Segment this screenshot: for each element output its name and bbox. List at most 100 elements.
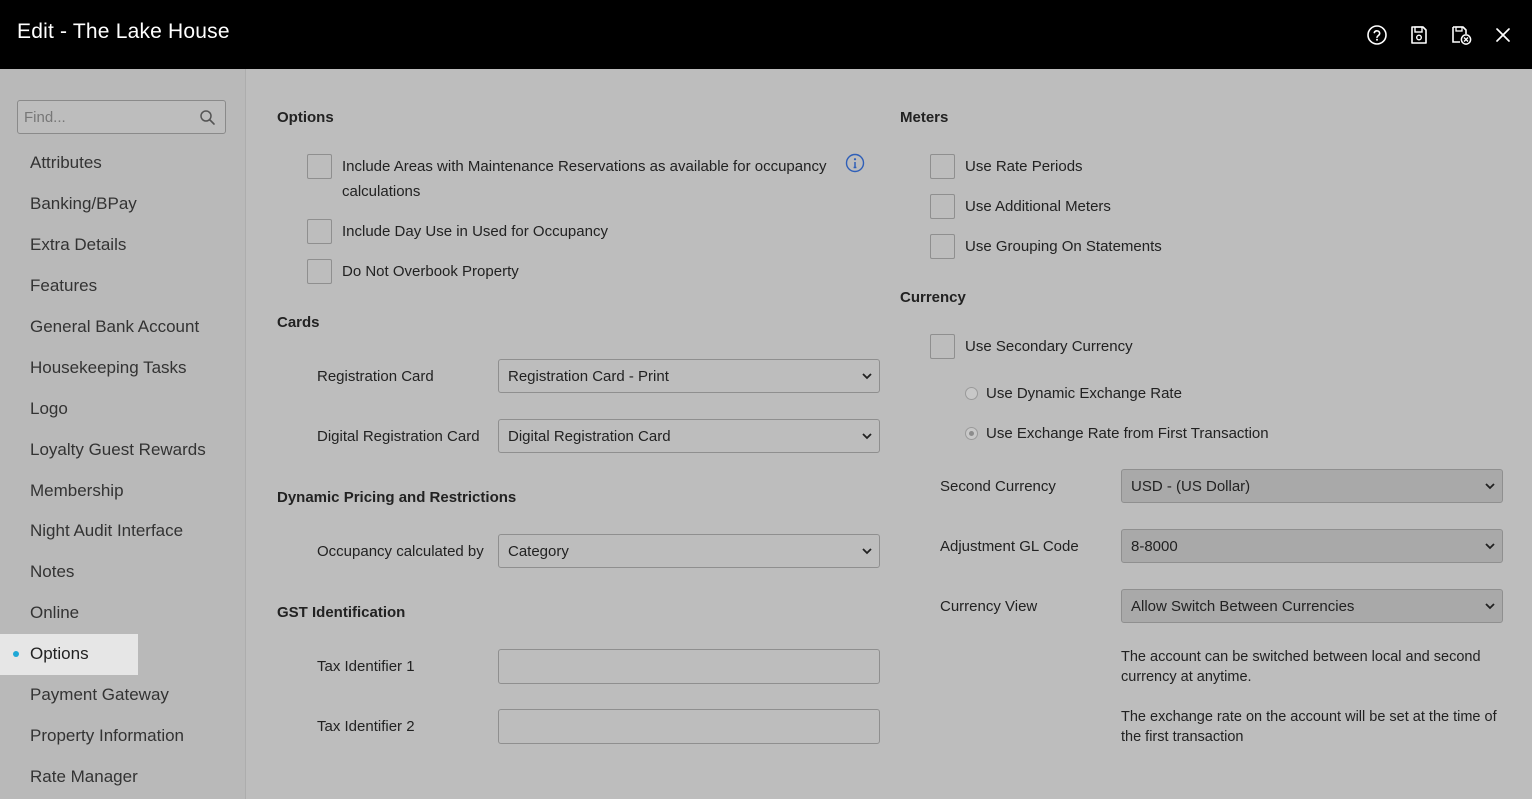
sidebar-item-label: Logo [30,398,68,418]
do-not-overbook-row: Do Not Overbook Property [307,259,519,284]
second-currency-value: USD - (US Dollar) [1131,477,1251,495]
registration-card-label: Registration Card [317,368,434,385]
sidebar-item-label: Housekeeping Tasks [30,357,187,377]
sidebar-item-label: Rate Manager [30,766,138,786]
sidebar-item-banking-bpay[interactable]: Banking/BPay [0,184,246,225]
sidebar-item-label: General Bank Account [30,317,200,336]
window-title: Edit - The Lake House [17,20,230,43]
section-title-meters: Meters [900,109,949,126]
chevron-down-icon [862,433,872,440]
registration-card-select[interactable]: Registration Card - Print [498,359,880,393]
include-day-use-row: Include Day Use in Used for Occupancy [307,219,608,244]
first-transaction-rate-row: Use Exchange Rate from First Transaction [965,425,1269,442]
occupancy-calculated-select[interactable]: Category [498,534,880,568]
sidebar-item-loyalty-guest-rewards[interactable]: Loyalty Guest Rewards [0,429,246,470]
search-icon[interactable] [199,109,216,126]
sidebar-item-label: Membership [30,480,124,500]
include-maintenance-text-2: calculations [342,183,421,200]
digital-registration-card-label: Digital Registration Card [317,428,480,445]
sidebar-item-label: Options [30,644,89,664]
section-title-currency: Currency [900,289,966,306]
sidebar-item-general-bank-account[interactable]: General Bank Account [0,307,246,348]
digital-registration-card-value: Digital Registration Card [508,427,671,445]
sidebar-item-logo[interactable]: Logo [0,388,246,429]
sidebar-item-night-audit-interface[interactable]: Night Audit Interface [0,511,246,552]
close-button[interactable] [1492,24,1514,46]
sidebar-nav: Attributes Banking/BPay Extra Details Fe… [0,143,246,797]
sidebar-item-online[interactable]: Online [0,593,246,634]
help-icon [1367,25,1387,45]
use-additional-meters-label: Use Additional Meters [965,198,1111,215]
tax-identifier-1-label: Tax Identifier 1 [317,658,415,675]
sidebar-item-payment-gateway[interactable]: Payment Gateway [0,675,246,716]
info-icon[interactable] [845,153,865,173]
main-content: Options Include Areas with Maintenance R… [247,69,1532,799]
use-grouping-row: Use Grouping On Statements [930,234,1162,259]
sidebar: Attributes Banking/BPay Extra Details Fe… [0,69,246,799]
section-title-options: Options [277,109,334,126]
chevron-down-icon [1485,603,1495,610]
sidebar-item-notes[interactable]: Notes [0,552,246,593]
sidebar-item-label: Property Information [30,725,185,745]
adjustment-gl-code-label: Adjustment GL Code [940,538,1079,555]
adjustment-gl-code-value: 8-8000 [1131,537,1178,555]
use-secondary-currency-label: Use Secondary Currency [965,338,1133,355]
active-indicator-dot [13,651,19,658]
occupancy-calculated-value: Category [508,542,569,560]
second-currency-select[interactable]: USD - (US Dollar) [1121,469,1503,503]
close-icon [1496,28,1510,42]
chevron-down-icon [1485,543,1495,550]
save-button[interactable] [1408,24,1430,46]
use-additional-meters-row: Use Additional Meters [930,194,1111,219]
tax-identifier-1-input[interactable] [498,649,880,684]
include-maintenance-label: Include Areas with Maintenance Reservati… [342,154,826,204]
second-currency-label: Second Currency [940,478,1056,495]
first-transaction-rate-radio[interactable] [965,427,978,440]
dynamic-exchange-rate-label: Use Dynamic Exchange Rate [986,385,1182,402]
search-input[interactable] [18,101,188,133]
use-rate-periods-checkbox[interactable] [930,154,955,179]
use-rate-periods-row: Use Rate Periods [930,154,1083,179]
currency-view-note-1: The account can be switched between loca… [1121,649,1481,685]
use-additional-meters-checkbox[interactable] [930,194,955,219]
use-secondary-currency-checkbox[interactable] [930,334,955,359]
include-maintenance-row: Include Areas with Maintenance Reservati… [307,154,827,204]
registration-card-value: Registration Card - Print [508,367,669,385]
sidebar-item-label: Extra Details [30,235,127,255]
dynamic-exchange-rate-radio[interactable] [965,387,978,400]
use-grouping-label: Use Grouping On Statements [965,238,1162,255]
sidebar-item-options[interactable]: Options [0,633,138,675]
save-close-button[interactable] [1450,24,1472,46]
do-not-overbook-checkbox[interactable] [307,259,332,284]
include-day-use-label: Include Day Use in Used for Occupancy [342,223,608,240]
sidebar-item-label: Attributes [30,153,102,173]
sidebar-item-attributes[interactable]: Attributes [0,143,246,184]
toolbar [1366,24,1514,46]
sidebar-item-label: Features [30,276,98,296]
dynamic-exchange-rate-row: Use Dynamic Exchange Rate [965,385,1182,402]
occupancy-calculated-label: Occupancy calculated by [317,543,484,560]
include-maintenance-checkbox[interactable] [307,154,332,179]
sidebar-item-rate-manager[interactable]: Rate Manager [0,756,246,797]
sidebar-item-extra-details[interactable]: Extra Details [0,225,246,266]
sidebar-item-label: Night Audit Interface [30,521,184,541]
digital-registration-card-select[interactable]: Digital Registration Card [498,419,880,453]
sidebar-item-label: Loyalty Guest Rewards [30,439,206,459]
title-bar: Edit - The Lake House [0,0,1532,69]
chevron-down-icon [1485,483,1495,490]
save-close-icon [1452,26,1472,45]
sidebar-item-features[interactable]: Features [0,266,246,307]
sidebar-item-label: Notes [30,562,75,582]
include-day-use-checkbox[interactable] [307,219,332,244]
sidebar-item-property-information[interactable]: Property Information [0,715,246,756]
use-rate-periods-label: Use Rate Periods [965,158,1083,175]
use-grouping-checkbox[interactable] [930,234,955,259]
sidebar-item-membership[interactable]: Membership [0,470,246,511]
tax-identifier-2-input[interactable] [498,709,880,744]
adjustment-gl-code-select[interactable]: 8-8000 [1121,529,1503,563]
currency-view-value: Allow Switch Between Currencies [1131,597,1355,615]
sidebar-item-housekeeping-tasks[interactable]: Housekeeping Tasks [0,347,246,388]
do-not-overbook-label: Do Not Overbook Property [342,263,519,280]
currency-view-select[interactable]: Allow Switch Between Currencies [1121,589,1503,623]
help-button[interactable] [1366,24,1388,46]
